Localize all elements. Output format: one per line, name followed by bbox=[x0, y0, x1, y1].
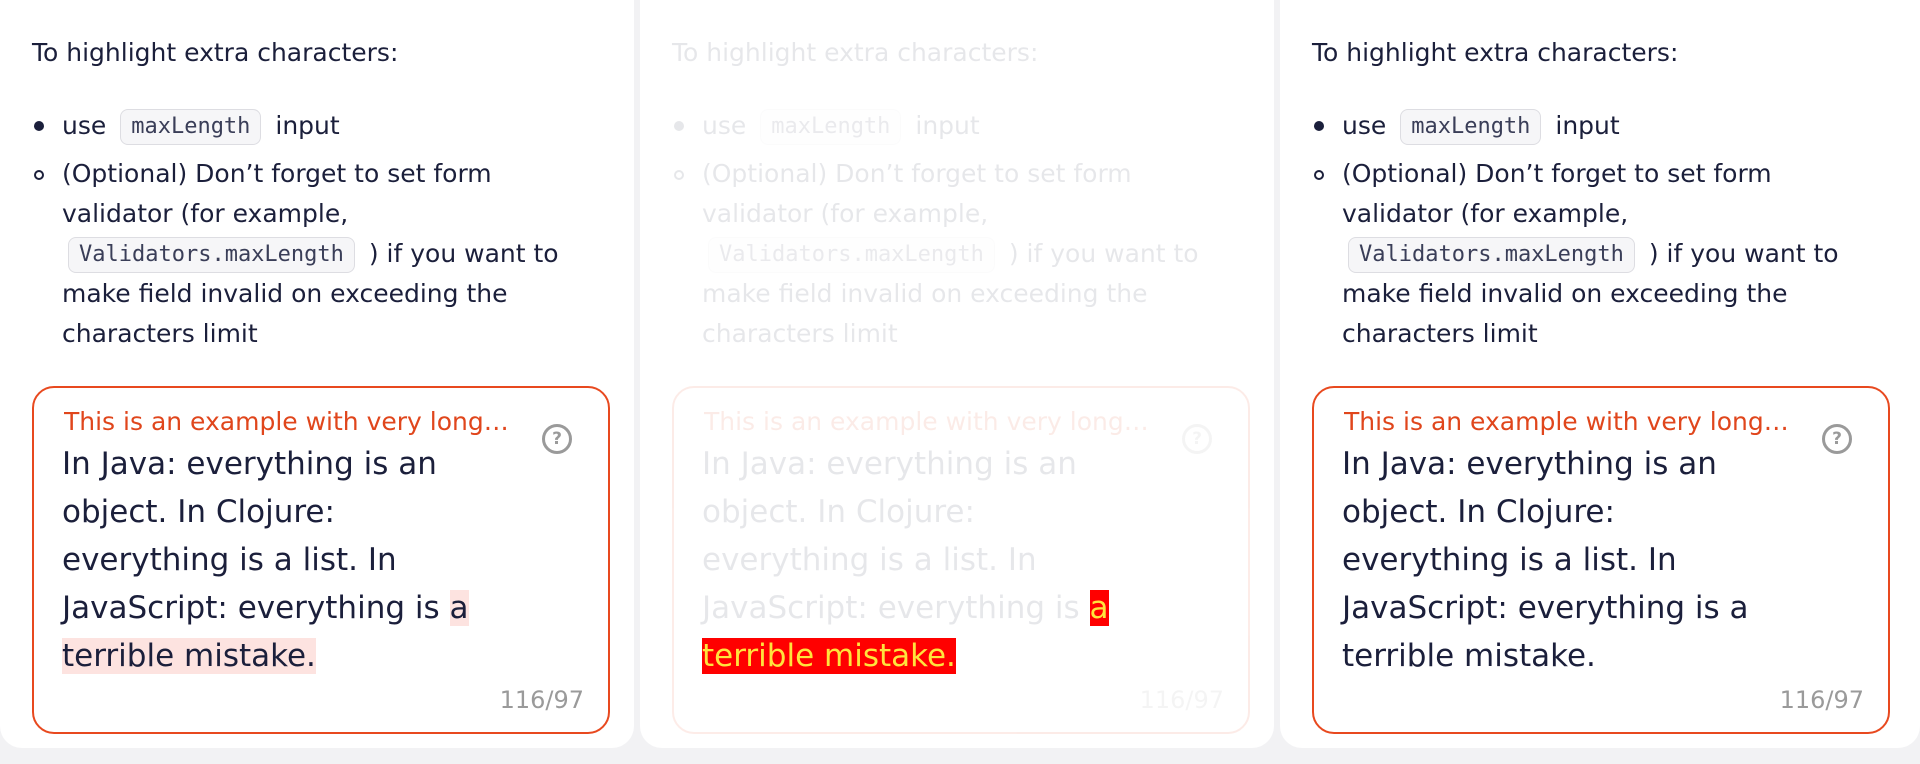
character-counter: 116/97 bbox=[1779, 686, 1864, 714]
bullet-disc-icon bbox=[1314, 121, 1324, 131]
list-text: input bbox=[275, 111, 340, 140]
code-snippet: maxLength bbox=[760, 109, 902, 145]
list-text: use bbox=[1342, 111, 1387, 140]
question-circle-icon[interactable]: ? bbox=[1182, 424, 1212, 454]
character-counter: 116/97 bbox=[499, 686, 584, 714]
intro-text: To highlight extra characters: bbox=[32, 38, 399, 67]
list-item: (Optional) Don’t forget to set form vali… bbox=[32, 154, 610, 354]
list-item: (Optional) Don’t forget to set form vali… bbox=[1312, 154, 1890, 354]
bullet-circle-icon bbox=[674, 170, 684, 180]
intro-text: To highlight extra characters: bbox=[1312, 38, 1679, 67]
list-text: use bbox=[702, 111, 747, 140]
list-item: (Optional) Don’t forget to set form vali… bbox=[672, 154, 1250, 354]
list-text: use bbox=[62, 111, 107, 140]
bullet-disc-icon bbox=[674, 121, 684, 131]
examples-stage: To highlight extra characters: use maxLe… bbox=[0, 0, 1920, 764]
list-text: (Optional) Don’t forget to set form vali… bbox=[1342, 159, 1772, 228]
list-item: use maxLength input bbox=[672, 108, 1252, 154]
example-panel-strong: To highlight extra characters: use maxLe… bbox=[640, 0, 1274, 748]
list-text: (Optional) Don’t forget to set form vali… bbox=[62, 159, 492, 228]
code-snippet: Validators.maxLength bbox=[1348, 237, 1635, 273]
instructions-list: use maxLength input (Optional) Don’t for… bbox=[1312, 108, 1892, 354]
text-within-limit: In Java: everything is an object. In Clo… bbox=[702, 446, 1080, 626]
code-snippet: Validators.maxLength bbox=[68, 237, 355, 273]
instructions-list: use maxLength input (Optional) Don’t for… bbox=[672, 108, 1252, 354]
field-label: This is an example with very long label bbox=[704, 407, 1154, 436]
question-circle-icon[interactable]: ? bbox=[542, 424, 572, 454]
field-label: This is an example with very long label bbox=[1344, 407, 1794, 436]
bullet-circle-icon bbox=[1314, 170, 1324, 180]
list-item: use maxLength input bbox=[1312, 108, 1892, 154]
example-panel-soft: To highlight extra characters: use maxLe… bbox=[0, 0, 634, 748]
text-within-limit: In Java: everything is an object. In Clo… bbox=[62, 446, 440, 626]
instructions-list: use maxLength input (Optional) Don’t for… bbox=[32, 108, 612, 354]
code-snippet: Validators.maxLength bbox=[708, 237, 995, 273]
textarea-value[interactable]: In Java: everything is an object. In Clo… bbox=[1342, 440, 1782, 680]
list-text: (Optional) Don’t forget to set form vali… bbox=[702, 159, 1132, 228]
field-label: This is an example with very long label bbox=[64, 407, 514, 436]
list-text: input bbox=[1555, 111, 1620, 140]
character-counter: 116/97 bbox=[1139, 686, 1224, 714]
example-panel-plain: To highlight extra characters: use maxLe… bbox=[1280, 0, 1920, 748]
bullet-disc-icon bbox=[34, 121, 44, 131]
bullet-circle-icon bbox=[34, 170, 44, 180]
question-circle-icon[interactable]: ? bbox=[1822, 424, 1852, 454]
list-text: input bbox=[915, 111, 980, 140]
list-item: use maxLength input bbox=[32, 108, 612, 154]
code-snippet: maxLength bbox=[120, 109, 262, 145]
code-snippet: maxLength bbox=[1400, 109, 1542, 145]
textarea-value[interactable]: In Java: everything is an object. In Clo… bbox=[62, 440, 502, 680]
textarea-value[interactable]: In Java: everything is an object. In Clo… bbox=[702, 440, 1142, 680]
text-within-limit: In Java: everything is an object. In Clo… bbox=[1342, 446, 1720, 626]
intro-text: To highlight extra characters: bbox=[672, 38, 1039, 67]
